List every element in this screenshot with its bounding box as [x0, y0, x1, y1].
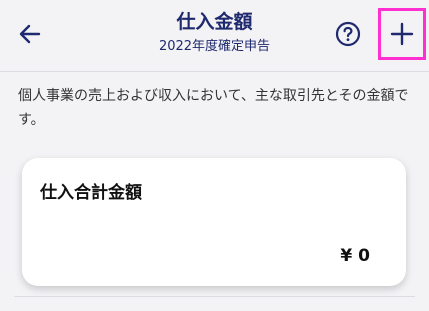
help-button[interactable]	[334, 20, 362, 48]
title-block: 仕入金額 2022年度確定申告	[100, 8, 329, 57]
purchase-total-card[interactable]: 仕入合計金額 ¥ 0	[22, 158, 406, 286]
question-circle-icon	[335, 21, 361, 47]
description-text: 個人事業の売上および収入において、主な取引先とその金額です。	[18, 88, 409, 128]
card-label: 仕入合計金額	[40, 183, 142, 203]
plus-icon	[390, 22, 414, 46]
add-button[interactable]	[378, 8, 426, 60]
card-amount: ¥ 0	[340, 246, 370, 266]
app-header: 仕入金額 2022年度確定申告	[0, 0, 429, 72]
page-subtitle: 2022年度確定申告	[158, 39, 271, 54]
page-title: 仕入金額	[176, 11, 253, 33]
arrow-left-icon	[19, 24, 41, 44]
divider	[14, 296, 415, 297]
back-button[interactable]	[14, 18, 46, 50]
